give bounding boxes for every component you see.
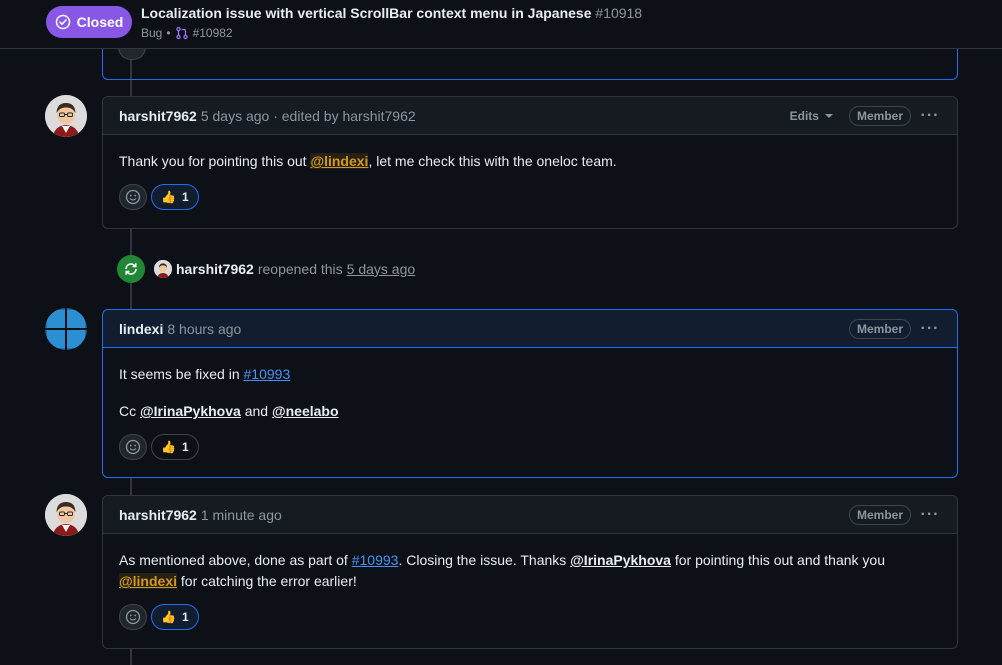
state-label: Closed (76, 14, 124, 30)
sync-icon (125, 263, 137, 275)
avatar-lindexi[interactable] (45, 308, 87, 350)
thumbs-up-reaction[interactable]: 👍 1 (151, 184, 199, 210)
smiley-icon (125, 609, 141, 625)
thumbs-up-icon: 👍 (161, 440, 176, 454)
comment-body: Thank you for pointing this out @lindexi… (103, 135, 957, 184)
closed-state-badge: Closed (46, 6, 132, 38)
smiley-icon (125, 189, 141, 205)
pr-link-10993[interactable]: #10993 (244, 366, 291, 382)
comment-timestamp[interactable]: 5 days ago · edited by harshit7962 (201, 108, 416, 124)
reaction-count: 1 (181, 610, 189, 624)
smiley-icon (125, 439, 141, 455)
mention-irinapykhova[interactable]: @IrinaPykhova (570, 552, 671, 568)
comment-paragraph-2: Cc @IrinaPykhova and @neelabo (119, 401, 941, 422)
member-badge: Member (848, 504, 911, 525)
reactions-bar: 👍 1 (103, 184, 957, 222)
issue-title-text: Localization issue with vertical ScrollB… (141, 5, 592, 21)
issue-title[interactable]: Localization issue with vertical ScrollB… (141, 5, 642, 21)
pr-link-10993[interactable]: #10993 (352, 552, 399, 568)
reopened-event: harshit7962 reopened this 5 days ago (117, 255, 415, 283)
text-span: and (240, 403, 272, 419)
avatar-harshit7962[interactable] (45, 95, 87, 137)
comment-timestamp[interactable]: 8 hours ago (167, 321, 241, 337)
comment-author[interactable]: harshit7962 (119, 507, 197, 523)
member-badge: Member (848, 318, 911, 339)
comment-timestamp[interactable]: 1 minute ago (201, 507, 282, 523)
comment-text: Thank you for pointing this out @lindexi… (119, 151, 941, 172)
thumbs-up-reaction[interactable]: 👍 1 (151, 604, 199, 630)
comment-header: harshit7962 5 days ago · edited by harsh… (103, 97, 957, 135)
add-reaction-button[interactable] (119, 604, 147, 630)
event-action: reopened this (257, 261, 343, 277)
issue-sticky-header: Closed Localization issue with vertical … (0, 0, 1002, 49)
event-timestamp[interactable]: 5 days ago (347, 261, 416, 277)
text-span: Cc (119, 403, 140, 419)
issue-label[interactable]: Bug (141, 26, 162, 40)
thumbs-up-reaction[interactable]: 👍 1 (151, 434, 199, 460)
text-span: , let me check this with the oneloc team… (368, 153, 617, 169)
comment-body: It seems be fixed in #10993 Cc @IrinaPyk… (103, 348, 957, 434)
add-reaction-button[interactable] (119, 184, 147, 210)
event-actor[interactable]: harshit7962 (176, 261, 254, 277)
comment-header: lindexi 8 hours ago Member ··· (103, 310, 957, 348)
thumbs-up-icon: 👍 (161, 190, 176, 204)
comment-text: As mentioned above, done as part of #109… (119, 550, 941, 592)
reaction-count: 1 (181, 440, 189, 454)
avatar-harshit7962-image (45, 95, 87, 137)
reactions-bar: 👍 1 (103, 604, 957, 642)
meta-separator: • (166, 26, 171, 40)
comment-body: As mentioned above, done as part of #109… (103, 534, 957, 604)
mention-irinapykhova[interactable]: @IrinaPykhova (140, 403, 241, 419)
circle-check-icon (55, 14, 70, 30)
mention-neelabo[interactable]: @neelabo (272, 403, 339, 419)
comment-menu-button[interactable]: ··· (919, 506, 941, 524)
mini-avatar-image (154, 260, 172, 278)
text-span: As mentioned above, done as part of (119, 552, 352, 568)
thumbs-up-icon: 👍 (161, 610, 176, 624)
mention-lindexi[interactable]: @lindexi (119, 573, 177, 589)
comment-author[interactable]: lindexi (119, 321, 163, 337)
reaction-count: 1 (181, 190, 189, 204)
comment-lindexi: lindexi 8 hours ago Member ··· It seems … (102, 309, 958, 478)
text-span: Thank you for pointing this out (119, 153, 311, 169)
comment-menu-button[interactable]: ··· (919, 320, 941, 338)
caret-down-icon (824, 113, 833, 118)
comment-harshit7962-1: harshit7962 5 days ago · edited by harsh… (102, 96, 958, 229)
text-span: . Closing the issue. Thanks (398, 552, 571, 568)
comment-author[interactable]: harshit7962 (119, 108, 197, 124)
event-actor-avatar[interactable] (154, 260, 172, 278)
git-pull-request-icon (175, 26, 188, 40)
linked-pr-number[interactable]: #10982 (193, 26, 233, 40)
text-span: for pointing this out and thank you (670, 552, 886, 568)
comment-header: harshit7962 1 minute ago Member ··· (103, 496, 957, 534)
comment-menu-button[interactable]: ··· (919, 107, 941, 125)
edits-dropdown[interactable]: Edits (790, 109, 833, 123)
avatar-harshit7962[interactable] (45, 494, 87, 536)
text-span: It seems be fixed in (119, 366, 244, 382)
mention-lindexi[interactable]: @lindexi (310, 153, 369, 169)
reactions-bar: 👍 1 (103, 434, 957, 472)
member-badge: Member (848, 105, 911, 126)
comment-harshit7962-2: harshit7962 1 minute ago Member ··· As m… (102, 495, 958, 649)
issue-number: #10918 (595, 5, 643, 21)
windows-logo-icon (45, 308, 87, 350)
avatar-harshit7962-image (45, 494, 87, 536)
edits-label: Edits (789, 108, 819, 123)
comment-paragraph-1: It seems be fixed in #10993 (119, 364, 941, 385)
text-span: for catching the error earlier! (177, 573, 357, 589)
reopen-event-icon (117, 255, 145, 283)
issue-meta: Bug • #10982 (141, 26, 233, 40)
add-reaction-button[interactable] (119, 434, 147, 460)
